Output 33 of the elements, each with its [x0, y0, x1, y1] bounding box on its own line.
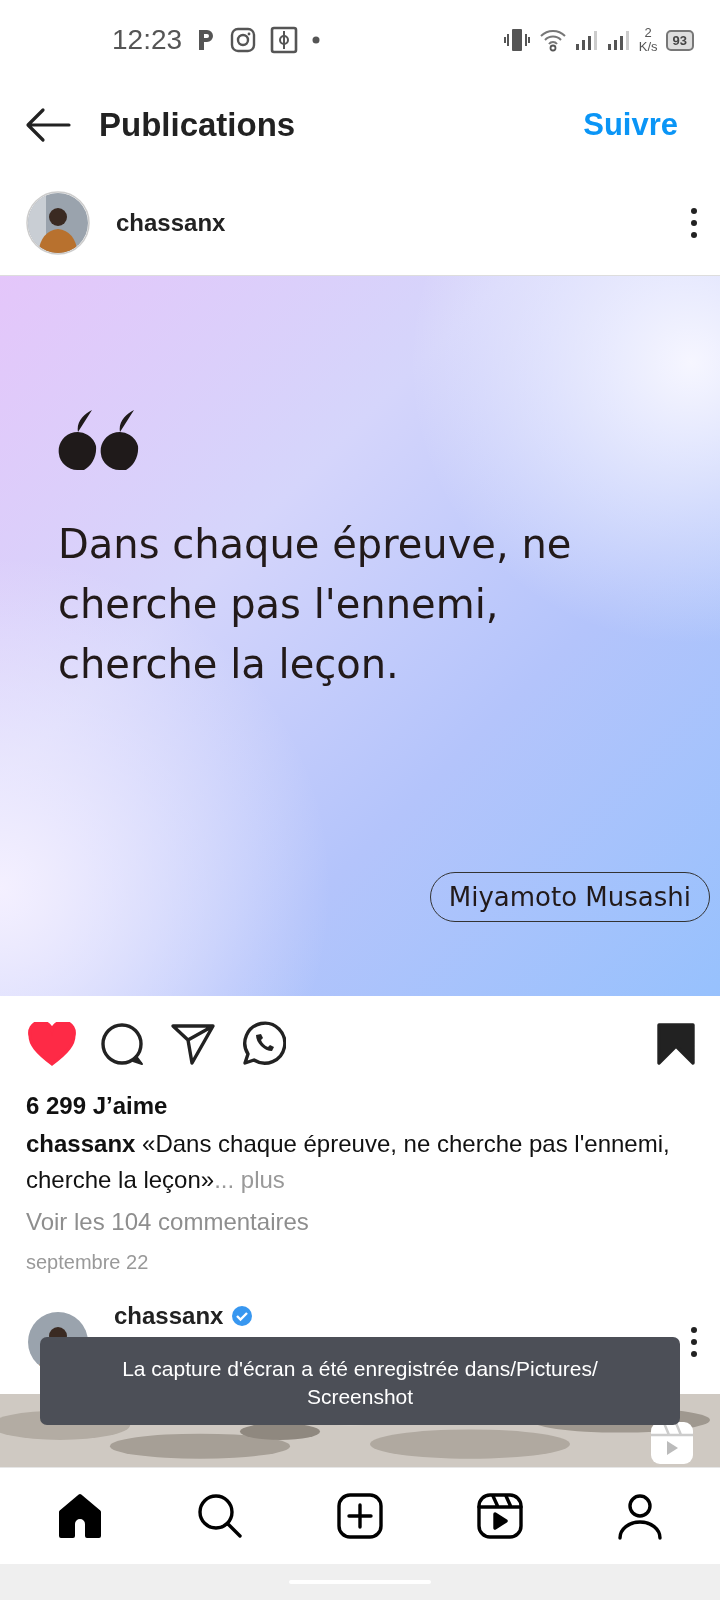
person-icon[interactable]	[615, 1491, 665, 1541]
wifi-icon	[538, 28, 567, 52]
screenshot-toast: La capture d'écran a été enregistrée dans/Pictures/ Screenshot	[40, 1337, 680, 1425]
status-time: 12:23	[112, 24, 183, 56]
comment-icon[interactable]	[100, 1022, 146, 1066]
camera-icon	[230, 27, 257, 53]
back-arrow-icon[interactable]	[25, 107, 71, 143]
plus-square-icon[interactable]	[335, 1491, 385, 1541]
search-icon[interactable]	[195, 1491, 245, 1541]
vibrate-icon	[502, 28, 531, 52]
battery-indicator: 93	[665, 29, 694, 51]
username[interactable]: chassanx	[114, 1302, 224, 1330]
page-title: Publications	[99, 106, 296, 144]
quote-text: Dans chaque épreuve, ne cherche pas l'ennemi, cherche la leçon.	[58, 520, 573, 689]
signal-icon	[606, 29, 631, 51]
reel-icon	[650, 1421, 694, 1465]
app-icon	[270, 26, 299, 54]
more-options-icon[interactable]	[690, 206, 698, 239]
speed-unit: K/s	[638, 40, 658, 54]
username[interactable]: chassanx	[116, 208, 226, 237]
dot-icon	[312, 36, 321, 44]
bookmark-icon[interactable]	[656, 1022, 696, 1066]
heart-icon[interactable]	[28, 1022, 76, 1066]
send-icon[interactable]	[170, 1022, 216, 1066]
likes-count[interactable]: 6 299 J’aime	[26, 1092, 694, 1120]
post-date: septembre 22	[26, 1250, 150, 1275]
more-options-icon[interactable]	[690, 1326, 698, 1358]
signal-icon	[574, 29, 599, 51]
speed-value: 2	[644, 26, 652, 40]
play-clapper-icon[interactable]	[475, 1491, 525, 1541]
caption-text: chassanx «Dans chaque épreuve, ne cherche pas l'ennemi, cherche la leçon»... plus	[26, 1129, 671, 1195]
quote-mark-icon	[58, 410, 140, 470]
phone-chat-icon[interactable]	[240, 1021, 286, 1067]
